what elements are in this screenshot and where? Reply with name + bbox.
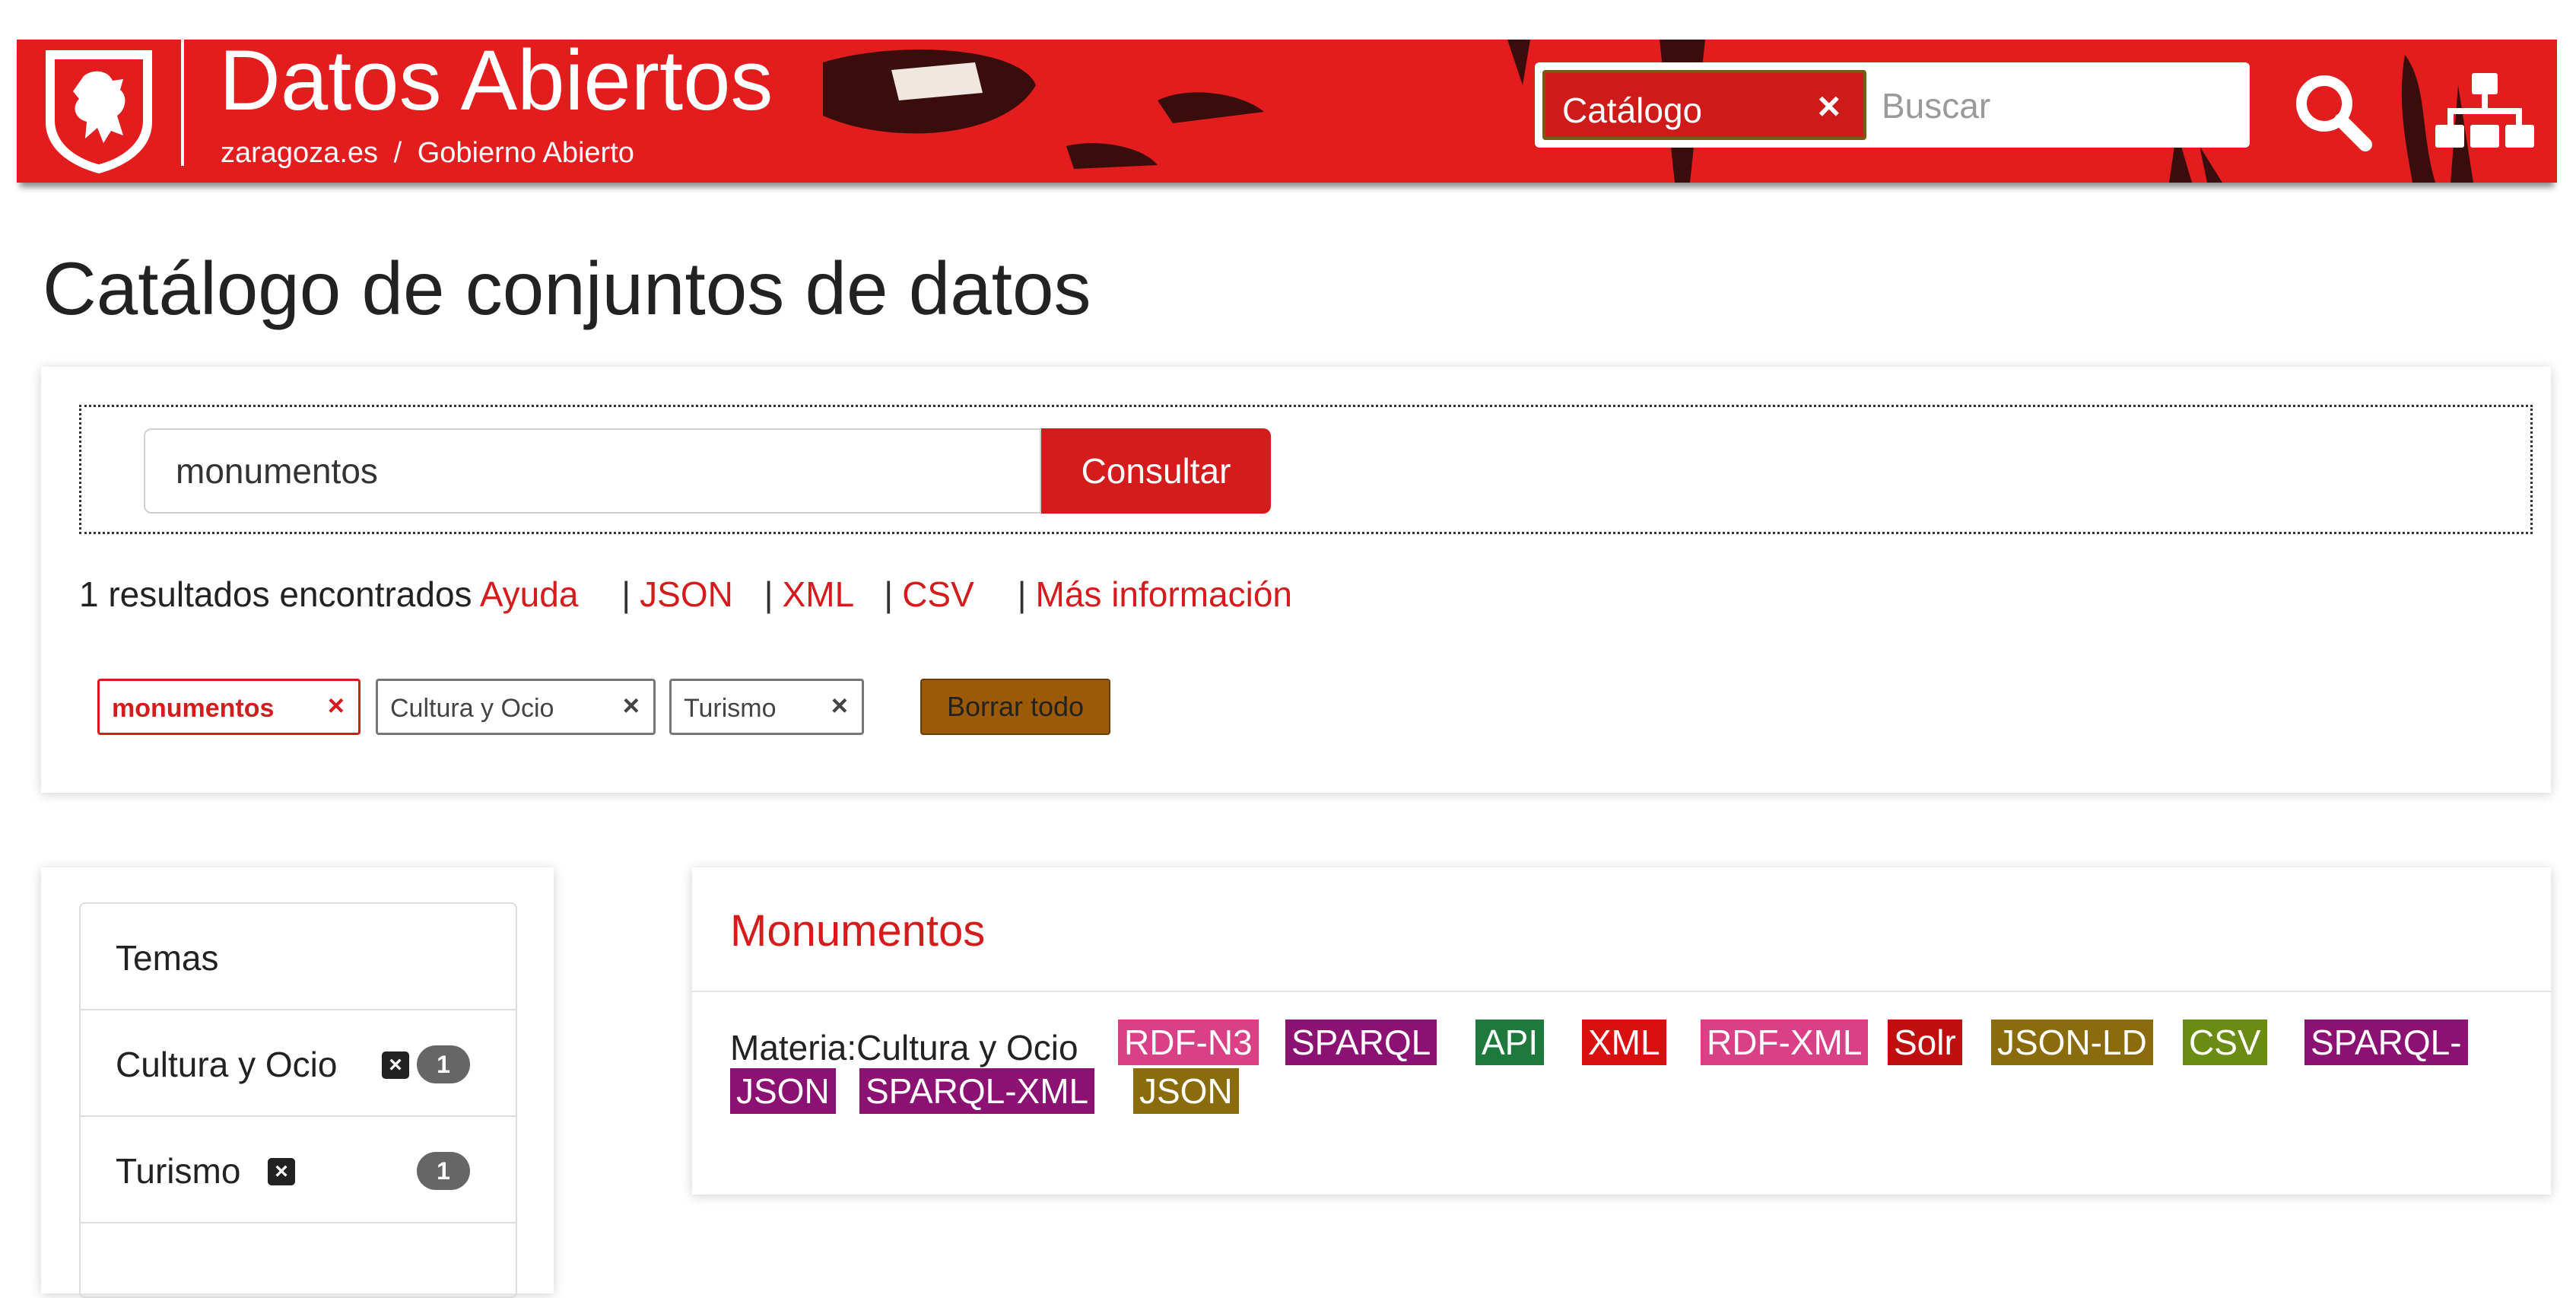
header-search-box: Catálogo × — [1535, 62, 2250, 148]
clear-all-filters-button[interactable]: Borrar todo — [920, 679, 1110, 735]
page-title: Catálogo de conjuntos de datos — [43, 247, 1091, 330]
facet-item-label: Cultura y Ocio — [116, 1045, 338, 1084]
count-badge: 1 — [417, 1045, 470, 1083]
link-separator: | — [621, 574, 631, 614]
format-badge-sparql[interactable]: SPARQL — [1285, 1020, 1437, 1065]
close-icon[interactable]: × — [1818, 84, 1841, 129]
breadcrumb-link-zaragoza[interactable]: zaragoza.es — [221, 137, 378, 169]
link-separator: | — [884, 574, 894, 614]
dataset-search-input[interactable] — [144, 428, 1041, 514]
results-summary: 1 resultados encontrados Ayuda | JSON | XM… — [79, 574, 1292, 615]
header-search-input[interactable] — [1880, 75, 2233, 137]
format-badge-json-ld[interactable]: JSON-LD — [1991, 1020, 2153, 1065]
filter-chip-label: Cultura y Ocio — [390, 694, 554, 723]
format-badge-solr[interactable]: Solr — [1888, 1020, 1962, 1065]
result-subject: Materia:Cultura y Ocio — [730, 1028, 1078, 1067]
csv-link[interactable]: CSV — [902, 574, 974, 614]
sitemap-icon[interactable] — [2435, 62, 2534, 161]
search-scope-chip[interactable]: Catálogo × — [1542, 70, 1866, 140]
link-separator: | — [1017, 574, 1027, 614]
remove-facet-icon[interactable]: × — [268, 1158, 295, 1185]
facet-title: Temas — [116, 938, 219, 978]
facet-header: Temas — [81, 904, 516, 1010]
facet-item-cultura-y-ocio[interactable]: Cultura y Ocio × 1 — [81, 1010, 516, 1117]
more-info-link[interactable]: Más información — [1036, 574, 1292, 614]
facet-temas: Temas Cultura y Ocio × 1 Turismo × 1 — [79, 902, 517, 1298]
logo-divider — [181, 40, 184, 166]
result-card: Monumentos Materia:Cultura y Ocio RDF-N3… — [692, 867, 2551, 1195]
format-badge-sparql-json[interactable]: SPARQL- — [2304, 1020, 2468, 1065]
xml-link[interactable]: XML — [783, 574, 853, 614]
remove-filter-icon[interactable]: × — [623, 690, 640, 723]
format-badge-xml[interactable]: XML — [1582, 1020, 1666, 1065]
count-badge: 1 — [417, 1152, 470, 1190]
consultar-button[interactable]: Consultar — [1041, 428, 1271, 514]
filter-chip-query[interactable]: monumentos × — [97, 679, 361, 735]
json-link[interactable]: JSON — [640, 574, 733, 614]
help-link[interactable]: Ayuda — [480, 574, 579, 614]
zaragoza-lion-shield-icon[interactable] — [38, 46, 160, 175]
filter-chip-cultura-y-ocio[interactable]: Cultura y Ocio × — [376, 679, 656, 735]
result-divider — [692, 991, 2551, 992]
link-separator: | — [764, 574, 773, 614]
filter-chip-label: Turismo — [684, 694, 777, 723]
breadcrumb-link-gobierno-abierto[interactable]: Gobierno Abierto — [418, 137, 634, 169]
site-header: Datos Abiertos zaragoza.es / Gobierno Ab… — [17, 40, 2557, 183]
search-icon[interactable] — [2291, 70, 2374, 154]
remove-facet-icon[interactable]: × — [382, 1051, 409, 1079]
filter-chip-label: monumentos — [112, 694, 275, 723]
breadcrumb: zaragoza.es / Gobierno Abierto — [221, 137, 634, 170]
format-badge-rdf-xml[interactable]: RDF-XML — [1701, 1020, 1869, 1065]
facet-item-turismo[interactable]: Turismo × 1 — [81, 1117, 516, 1223]
format-badge-json[interactable]: JSON — [1133, 1068, 1239, 1114]
format-badge-sparql-xml[interactable]: SPARQL-XML — [859, 1068, 1095, 1114]
facet-item-label: Turismo — [116, 1151, 241, 1191]
search-scope-label: Catálogo — [1562, 91, 1703, 130]
format-badge-csv[interactable]: CSV — [2183, 1020, 2267, 1065]
site-title[interactable]: Datos Abiertos — [219, 40, 773, 123]
remove-filter-icon[interactable]: × — [831, 690, 848, 723]
format-badge-rdf-n3[interactable]: RDF-N3 — [1118, 1020, 1259, 1065]
result-title-link[interactable]: Monumentos — [730, 905, 985, 956]
results-count-text: 1 resultados encontrados — [79, 574, 472, 614]
format-badge-api[interactable]: API — [1475, 1020, 1545, 1065]
facet-sidebar: Temas Cultura y Ocio × 1 Turismo × 1 — [41, 867, 554, 1298]
format-badge-sparql-json-continued[interactable]: JSON — [730, 1068, 836, 1114]
breadcrumb-separator: / — [393, 137, 402, 169]
search-panel: Consultar 1 resultados encontrados Ayuda… — [41, 367, 2551, 793]
search-form: Consultar — [79, 405, 2533, 534]
remove-filter-icon[interactable]: × — [328, 690, 345, 723]
filter-chip-turismo[interactable]: Turismo × — [669, 679, 864, 735]
